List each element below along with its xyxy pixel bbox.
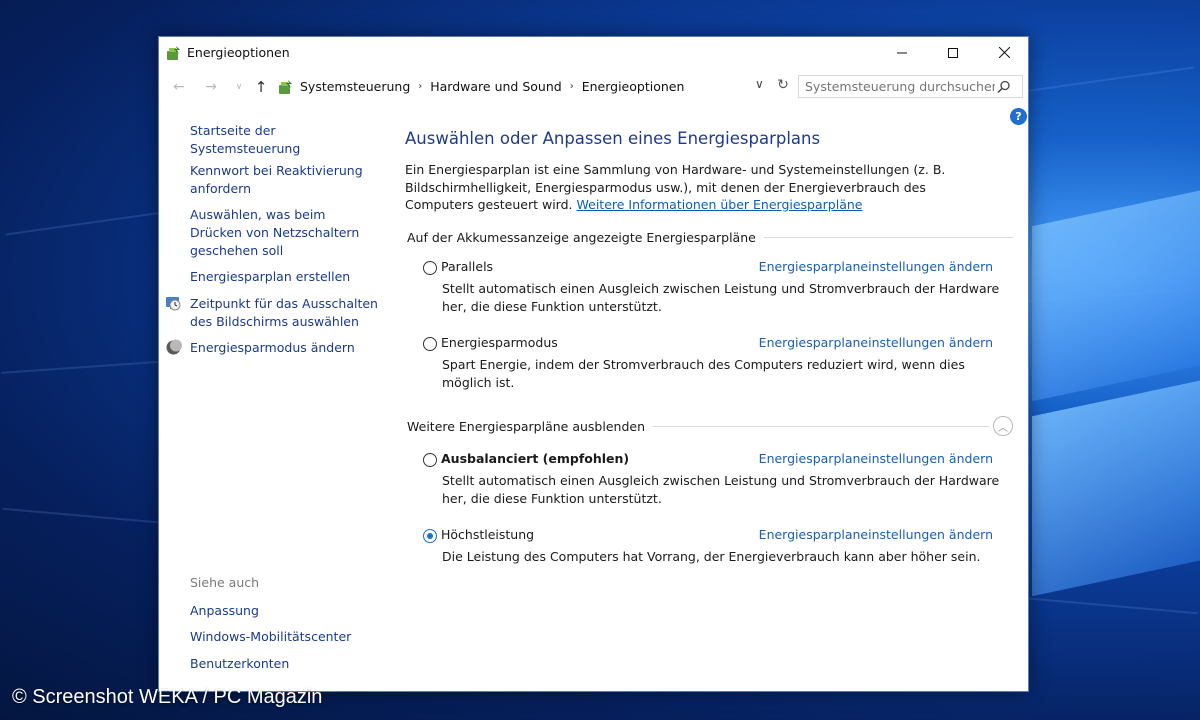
- energy-options-window: Energieoptionen ← → ∨ ↑ Systemsteuerung …: [158, 36, 1029, 692]
- title-bar[interactable]: Energieoptionen: [159, 37, 1028, 69]
- maximize-button[interactable]: [930, 37, 976, 68]
- breadcrumb-separator[interactable]: ›: [570, 81, 574, 92]
- section-more-plans: Weitere Energiesparpläne ausblenden ︿: [407, 416, 1013, 436]
- plan-description: Stellt automatisch einen Ausgleich zwisc…: [442, 281, 1000, 314]
- plan-settings-link[interactable]: Energiesparplaneinstellungen ändern: [759, 259, 993, 274]
- window-title: Energieoptionen: [187, 45, 290, 60]
- refresh-icon[interactable]: ↻: [773, 77, 793, 97]
- plan-name[interactable]: Parallels: [441, 259, 493, 274]
- section-more-label[interactable]: Weitere Energiesparpläne ausblenden: [407, 419, 653, 434]
- plan-name[interactable]: Höchstleistung: [441, 527, 534, 542]
- address-dropdown-chevron-down-icon[interactable]: ∨: [755, 77, 764, 91]
- plan-settings-link[interactable]: Energiesparplaneinstellungen ändern: [759, 451, 993, 466]
- plan-description: Die Leistung des Computers hat Vorrang, …: [442, 549, 981, 564]
- sidebar-link-password-on-wakeup[interactable]: Kennwort bei Reaktivierung anfordern: [190, 162, 380, 198]
- forward-button[interactable]: →: [201, 77, 221, 97]
- windows-logo-pane: [1032, 373, 1200, 597]
- sidebar-link-mobility-center[interactable]: Windows-Mobilitätscenter: [190, 628, 380, 646]
- plan-radio-ausbalanciert[interactable]: [423, 453, 437, 467]
- minimize-button[interactable]: [879, 37, 925, 68]
- sidebar-link-home[interactable]: Startseite der Systemsteuerung: [190, 122, 380, 158]
- copyright-watermark: © Screenshot WEKA / PC Magazin: [12, 686, 323, 708]
- plan-radio-energiesparmodus[interactable]: [423, 337, 437, 351]
- sidebar: Startseite der Systemsteuerung Kennwort …: [159, 101, 389, 691]
- plan-radio-hoechstleistung[interactable]: [423, 529, 437, 543]
- breadcrumb-systemsteuerung[interactable]: Systemsteuerung: [300, 79, 410, 94]
- plan-radio-parallels[interactable]: [423, 261, 437, 275]
- sidebar-link-power-buttons[interactable]: Auswählen, was beim Drücken von Netzscha…: [190, 206, 380, 260]
- help-icon[interactable]: ?: [1010, 108, 1027, 125]
- divider: [653, 425, 989, 427]
- windows-logo-pane: [1032, 183, 1200, 402]
- collapse-chevron-up-icon[interactable]: ︿: [993, 416, 1013, 436]
- sidebar-link-user-accounts[interactable]: Benutzerkonten: [190, 655, 380, 673]
- section-battery-meter: Auf der Akkumessanzeige angezeigte Energ…: [407, 228, 1013, 246]
- see-also-heading: Siehe auch: [190, 575, 260, 590]
- address-bar[interactable]: Systemsteuerung › Hardware und Sound › E…: [273, 75, 773, 98]
- close-icon: [998, 47, 1010, 58]
- section-battery-label: Auf der Akkumessanzeige angezeigte Energ…: [407, 229, 756, 245]
- control-panel-icon: [279, 79, 292, 94]
- sidebar-link-create-plan[interactable]: Energiesparplan erstellen: [190, 268, 380, 286]
- plan-settings-link[interactable]: Energiesparplaneinstellungen ändern: [759, 335, 993, 350]
- moon-icon: [166, 339, 182, 355]
- recent-locations-chevron-down-icon[interactable]: ∨: [229, 77, 249, 97]
- minimize-icon: [897, 52, 907, 53]
- search-box[interactable]: [798, 75, 1023, 98]
- plan-name[interactable]: Energiesparmodus: [441, 335, 558, 350]
- address-row: ← → ∨ ↑ Systemsteuerung › Hardware und S…: [159, 73, 1028, 101]
- up-button[interactable]: ↑: [251, 77, 271, 97]
- close-button[interactable]: [981, 37, 1027, 68]
- sidebar-link-display-off[interactable]: Zeitpunkt für das Ausschalten des Bildsc…: [190, 295, 380, 331]
- breadcrumb-hardware-sound[interactable]: Hardware und Sound: [430, 79, 561, 94]
- breadcrumb-energieoptionen[interactable]: Energieoptionen: [582, 79, 685, 94]
- plan-settings-link[interactable]: Energiesparplaneinstellungen ändern: [759, 527, 993, 542]
- sidebar-link-personalization[interactable]: Anpassung: [190, 602, 380, 620]
- divider: [763, 236, 1013, 238]
- intro-text: Ein Energiesparplan ist eine Sammlung vo…: [405, 161, 975, 214]
- plan-name[interactable]: Ausbalanciert (empfohlen): [441, 451, 629, 466]
- page-title: Auswählen oder Anpassen eines Energiespa…: [405, 129, 821, 148]
- maximize-icon: [948, 47, 958, 58]
- search-icon[interactable]: [995, 80, 1013, 94]
- sidebar-link-sleep[interactable]: Energiesparmodus ändern: [190, 339, 380, 357]
- plan-description: Spart Energie, indem der Stromverbrauch …: [442, 357, 965, 390]
- more-info-link[interactable]: Weitere Informationen über Energiesparpl…: [577, 197, 863, 212]
- search-input[interactable]: [799, 79, 995, 94]
- power-options-icon: [167, 46, 180, 60]
- plan-description: Stellt automatisch einen Ausgleich zwisc…: [442, 473, 1000, 506]
- breadcrumb-separator[interactable]: ›: [418, 81, 422, 92]
- monitor-clock-icon: [166, 297, 181, 311]
- back-button[interactable]: ←: [169, 77, 189, 97]
